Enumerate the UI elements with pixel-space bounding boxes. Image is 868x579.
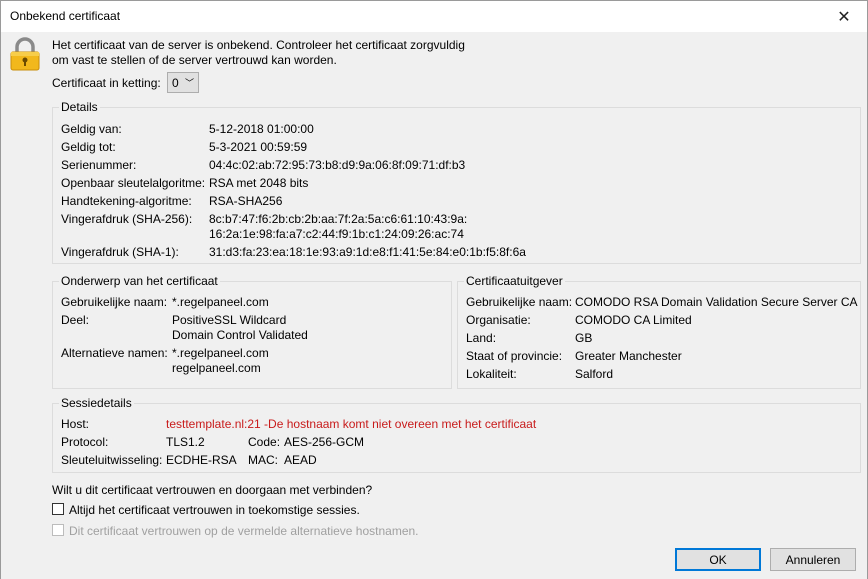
session-mac-value: AEAD [284,453,317,467]
subject-common-name-label: Gebruikelijke naam: [61,295,168,309]
details-value: RSA-SHA256 [209,194,283,208]
subject-unit-2: Domain Control Validated [172,328,308,342]
details-value: 04:4c:02:ab:72:95:73:b8:d9:9a:06:8f:09:7… [209,158,466,172]
issuer-value: GB [575,331,593,345]
ok-button-label: OK [709,552,727,567]
cancel-button-label: Annuleren [785,552,841,567]
details-label: Handtekening-algoritme: [61,194,192,208]
session-protocol-label: Protocol: [61,435,109,449]
session-protocol-value: TLS1.2 [166,435,205,449]
subject-alt-names-label: Alternatieve namen: [61,346,168,360]
issuer-label: Organisatie: [466,313,531,327]
alt-hostnames-checkbox [52,524,64,536]
alt-hostnames-label: Dit certificaat vertrouwen op de vermeld… [69,524,419,538]
details-label: Geldig van: [61,122,122,136]
details-label: Vingerafdruk (SHA-1): [61,245,179,259]
details-value: 8c:b7:47:f6:2b:cb:2b:aa:7f:2a:5a:c6:61:1… [209,212,468,226]
chain-select[interactable]: 0 ﹀ [167,72,199,93]
session-host-value: testtemplate.nl:21 -De hostnaam komt nie… [166,417,537,431]
issuer-value: Salford [575,367,614,381]
window-border-left [0,31,1,579]
issuer-label: Gebruikelijke naam: [466,295,573,309]
subject-alt-name-2: regelpaneel.com [172,361,261,375]
details-value: 5-3-2021 00:59:59 [209,140,308,154]
window-title: Onbekend certificaat [10,9,121,23]
session-kex-value: ECDHE-RSA [166,453,237,467]
issuer-legend: Certificaatuitgever [464,274,565,288]
intro-line-2: om vast te stellen of de server vertrouw… [52,53,337,67]
lock-icon [10,37,40,71]
subject-alt-name-1: *.regelpaneel.com [172,346,269,360]
subject-unit-1: PositiveSSL Wildcard [172,313,287,327]
always-trust-checkbox[interactable] [52,503,64,515]
trust-question: Wilt u dit certificaat vertrouwen en doo… [52,483,373,497]
intro-message: Het certificaat van de server is onbeken… [52,38,465,68]
details-label: Geldig tot: [61,140,116,154]
chevron-down-icon: ﹀ [184,78,194,88]
subject-unit-label: Deel: [61,313,90,327]
details-label: Openbaar sleutelalgoritme: [61,176,206,190]
cancel-button[interactable]: Annuleren [770,548,856,571]
session-code-value: AES-256-GCM [284,435,365,449]
details-value: 31:d3:fa:23:ea:18:1e:93:a9:1d:e8:f1:41:5… [209,245,526,259]
details-legend: Details [59,100,100,114]
details-label: Serienummer: [61,158,137,172]
always-trust-label[interactable]: Altijd het certificaat vertrouwen in toe… [69,503,360,517]
session-mac-label: MAC: [248,453,278,467]
chain-select-value: 0 [172,76,179,90]
ok-button[interactable]: OK [675,548,761,571]
issuer-label: Lokaliteit: [466,367,517,381]
details-value: RSA met 2048 bits [209,176,309,190]
details-value-continued: 16:2a:1e:98:fa:a7:c2:44:f9:1b:c1:24:09:2… [209,227,464,241]
close-icon[interactable]: ✕ [821,1,867,32]
intro-line-1: Het certificaat van de server is onbeken… [52,38,465,52]
issuer-value: Greater Manchester [575,349,682,363]
session-legend: Sessiedetails [59,396,134,410]
subject-legend: Onderwerp van het certificaat [59,274,220,288]
session-code-label: Code: [248,435,281,449]
details-label: Vingerafdruk (SHA-256): [61,212,193,226]
issuer-value: COMODO CA Limited [575,313,692,327]
title-bar: Onbekend certificaat ✕ [0,0,868,32]
issuer-value: COMODO RSA Domain Validation Secure Serv… [575,295,858,309]
issuer-label: Staat of provincie: [466,349,563,363]
details-value: 5-12-2018 01:00:00 [209,122,314,136]
subject-common-name: *.regelpaneel.com [172,295,269,309]
issuer-label: Land: [466,331,497,345]
session-kex-label: Sleuteluitwisseling: [61,453,163,467]
chain-label: Certificaat in ketting: [52,76,161,90]
session-host-label: Host: [61,417,90,431]
